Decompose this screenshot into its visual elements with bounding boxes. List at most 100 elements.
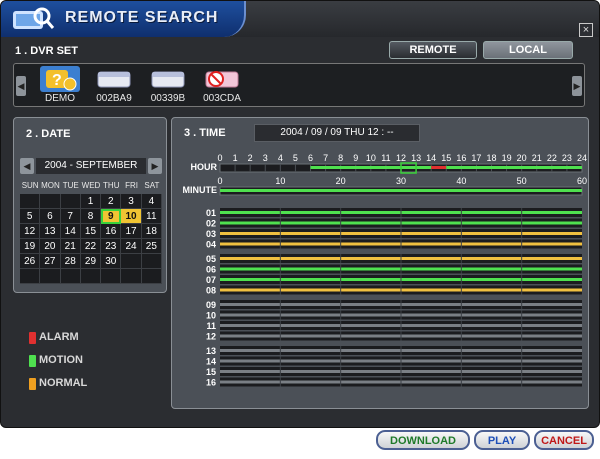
weekday-label: MON (41, 181, 60, 190)
calendar-day[interactable]: 13 (40, 224, 61, 239)
calendar-day[interactable]: 19 (20, 239, 41, 254)
hour-tick-label: 23 (562, 153, 572, 163)
hour-segment-motion (310, 166, 432, 169)
timeline-chart[interactable]: 0 1 2 3 4 5 6 7 8 9 10 11 12 13 14 15 16 17 18 19 20 21 22 23 24… (172, 118, 590, 410)
channel-label: 06 (206, 265, 216, 275)
hour-tick-label: 13 (411, 153, 421, 163)
calendar-day[interactable]: 21 (60, 239, 81, 254)
minute-tick-label: 40 (456, 176, 466, 186)
hour-tick-label: 2 (248, 153, 253, 163)
hour-tick-label: 22 (547, 153, 557, 163)
legend-item-alarm: ALARM (29, 331, 149, 345)
hour-row-label: HOUR (191, 162, 218, 172)
legend-swatch (29, 332, 36, 344)
calendar-day[interactable]: 24 (121, 239, 142, 254)
hour-segment-motion (446, 166, 582, 169)
minute-tick-label: 0 (217, 176, 222, 186)
weekday-label: SUN (21, 181, 39, 190)
dvr-item-name: 002BA9 (96, 93, 132, 104)
hour-tick-label: 12 (396, 153, 406, 163)
dvr-item-name: DEMO (45, 93, 75, 104)
dvr-item-demo[interactable]: ? DEMO (34, 66, 86, 106)
calendar-day[interactable]: 14 (60, 224, 81, 239)
calendar-day[interactable]: 26 (20, 254, 41, 269)
channel-label: 04 (206, 240, 216, 250)
next-month-button[interactable]: ▶ (148, 158, 162, 174)
dvr-item-00339b[interactable]: 00339B (142, 66, 194, 106)
local-mode-button[interactable]: LOCAL (483, 41, 573, 59)
calendar-day[interactable]: 23 (101, 239, 122, 254)
calendar-day[interactable]: 7 (60, 209, 81, 224)
hour-tick-label: 16 (456, 153, 466, 163)
calendar-day[interactable]: 6 (40, 209, 61, 224)
calendar-day[interactable]: 11 (141, 209, 162, 224)
cancel-button[interactable]: CANCEL (534, 430, 594, 450)
month-title: 2004 - SEPTEMBER (36, 158, 146, 174)
calendar-day[interactable]: 18 (141, 224, 162, 239)
calendar-day[interactable]: 12 (20, 224, 41, 239)
hour-tick-label: 9 (353, 153, 358, 163)
hour-tick-label: 10 (366, 153, 376, 163)
weekday-label: TUE (62, 181, 79, 190)
calendar-day[interactable]: 22 (80, 239, 102, 254)
dvr-item-003cda[interactable]: 003CDA (196, 66, 248, 106)
calendar-day[interactable]: 1 (80, 194, 102, 209)
hour-tick-label: 3 (263, 153, 268, 163)
calendar-empty-cell (80, 269, 102, 284)
dvr-set-label: 1 . DVR SET (15, 45, 78, 57)
date-panel: 2 . DATE ◀ 2004 - SEPTEMBER ▶ SUN MON TUE W… (13, 117, 167, 293)
calendar-day[interactable]: 8 (80, 209, 102, 224)
legend-swatch (29, 355, 36, 367)
hour-tick-label: 7 (323, 153, 328, 163)
dvr-disconnected-icon (202, 66, 242, 92)
calendar-day[interactable]: 15 (80, 224, 102, 239)
hour-tick-label: 19 (502, 153, 512, 163)
download-button[interactable]: DOWNLOAD (376, 430, 470, 450)
window-title: REMOTE SEARCH (65, 9, 219, 26)
channel-label: 08 (206, 286, 216, 296)
close-button[interactable]: × (579, 23, 593, 37)
dvr-scroll-left-button[interactable]: ◀ (16, 76, 26, 96)
calendar-day[interactable]: 25 (141, 239, 162, 254)
dvr-item-name: 003CDA (203, 93, 241, 104)
dvr-item-002ba9[interactable]: 002BA9 (88, 66, 140, 106)
calendar-day[interactable]: 10 (121, 209, 142, 224)
channel-label: 15 (206, 367, 216, 377)
dvr-item-name: 00339B (150, 93, 186, 104)
calendar-day[interactable]: 20 (40, 239, 61, 254)
hour-tick-label: 20 (517, 153, 527, 163)
dvr-scroll-right-button[interactable]: ▶ (572, 76, 582, 96)
calendar-empty-cell (101, 269, 122, 284)
calendar-day[interactable]: 16 (101, 224, 122, 239)
calendar-day[interactable]: 2 (101, 194, 122, 209)
calendar-day[interactable]: 27 (40, 254, 61, 269)
hour-tick-label: 24 (577, 153, 587, 163)
hour-tick-label: 4 (278, 153, 283, 163)
dvr-demo-icon: ? (40, 66, 80, 92)
hour-tick-label: 21 (532, 153, 542, 163)
calendar-empty-cell (40, 194, 61, 209)
calendar-empty-cell (141, 254, 162, 269)
calendar-day[interactable]: 30 (101, 254, 122, 269)
prev-month-button[interactable]: ◀ (20, 158, 34, 174)
legend-item-motion: MOTION (29, 354, 149, 368)
legend-label: ALARM (39, 331, 79, 343)
calendar-day[interactable]: 17 (121, 224, 142, 239)
minute-tick-label: 50 (517, 176, 527, 186)
calendar-days: 1 2 3 4 5 6 7 8 9 10 11 12 13 14 15 16 17 18 19 20 21 22 23 24 2… (20, 194, 162, 284)
calendar-day[interactable]: 4 (141, 194, 162, 209)
calendar-day[interactable]: 5 (20, 209, 41, 224)
calendar-day[interactable]: 28 (60, 254, 81, 269)
legend-item-normal: NORMAL (29, 377, 149, 391)
channel-label: 05 (206, 254, 216, 264)
calendar-empty-cell (20, 194, 41, 209)
calendar-day[interactable]: 9 (101, 209, 122, 224)
calendar-empty-cell (20, 269, 41, 284)
remote-mode-button[interactable]: REMOTE (389, 41, 477, 59)
calendar-day[interactable]: 3 (121, 194, 142, 209)
calendar-day[interactable]: 29 (80, 254, 102, 269)
date-label: 2 . DATE (26, 128, 71, 140)
play-button[interactable]: PLAY (474, 430, 530, 450)
dvr-device-icon (148, 66, 188, 92)
minute-tick-label: 60 (577, 176, 587, 186)
